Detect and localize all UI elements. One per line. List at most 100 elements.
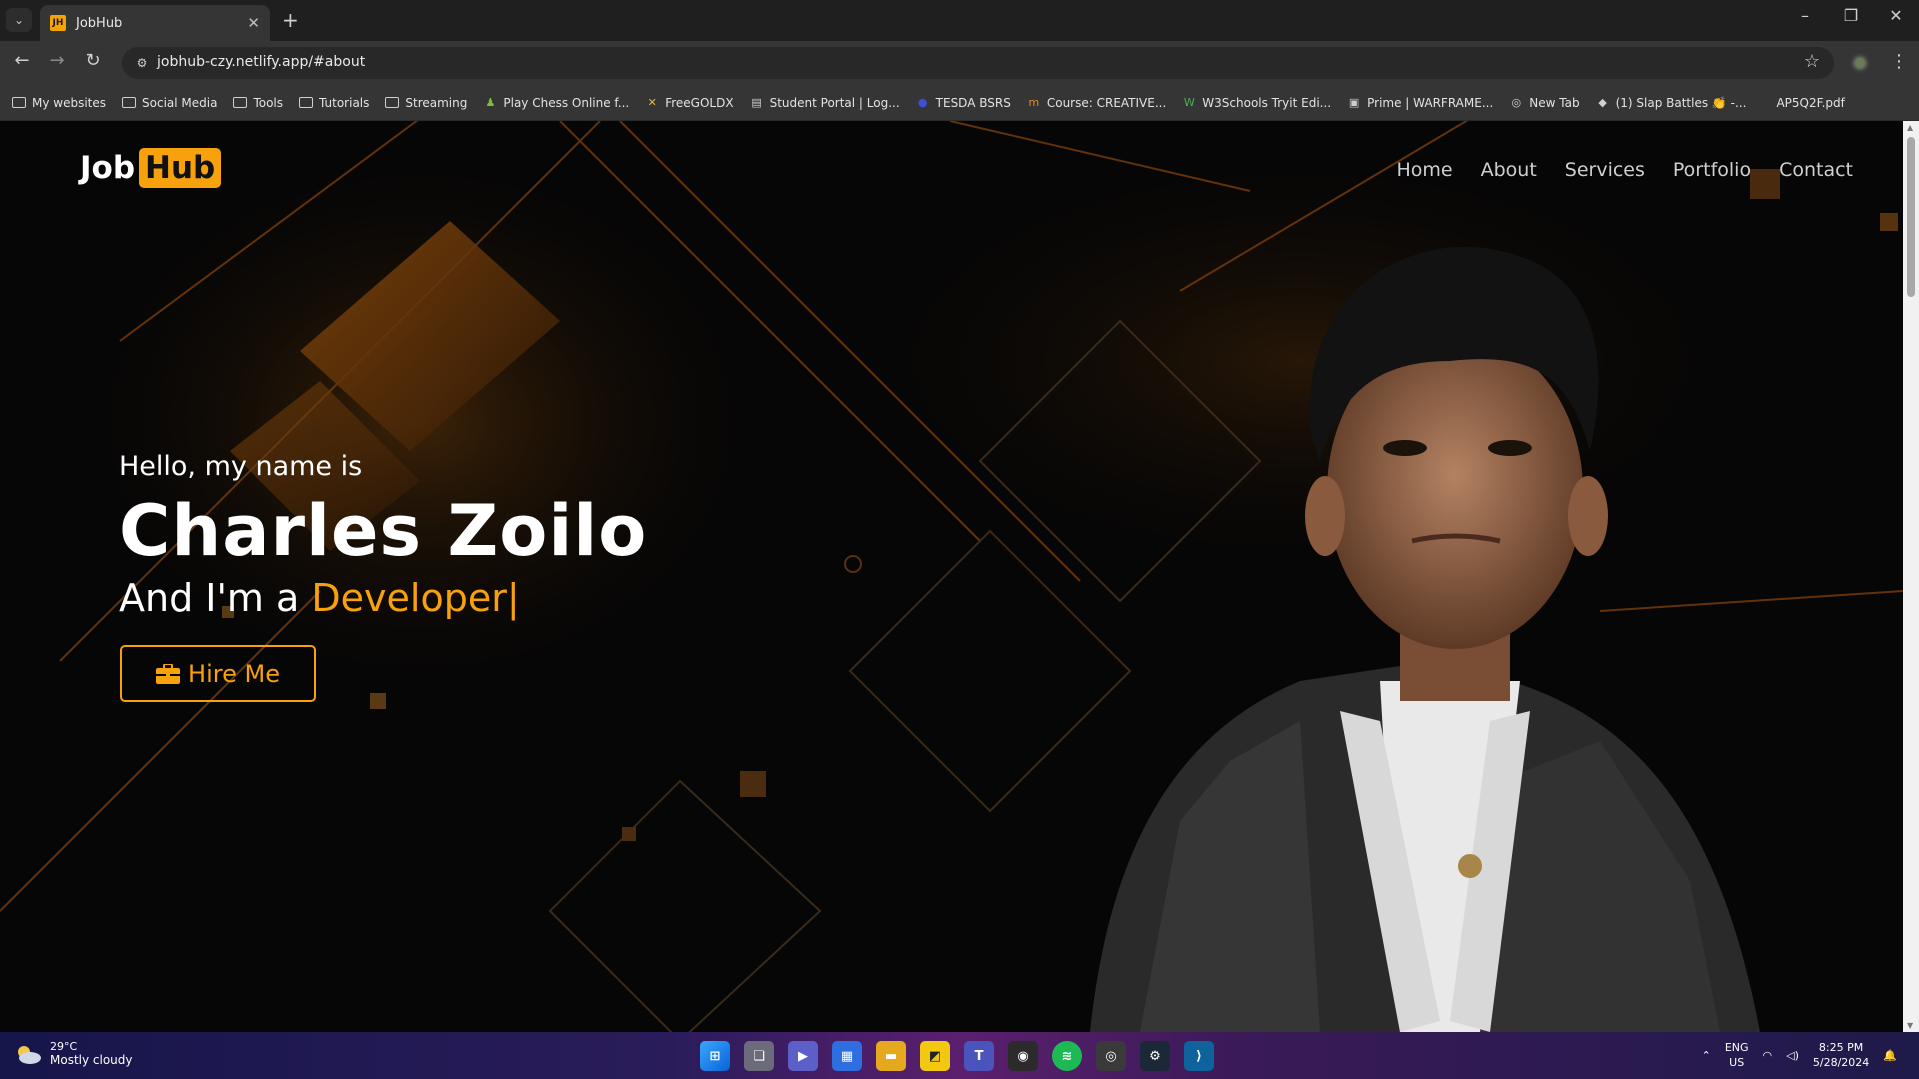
image-icon: ▣ xyxy=(1348,96,1360,109)
hire-me-button[interactable]: Hire Me xyxy=(120,645,316,702)
teams-icon[interactable]: T xyxy=(964,1041,994,1071)
bookmark-label: Tools xyxy=(253,95,284,110)
logo-text-job: Job xyxy=(80,150,136,186)
bookmark-item[interactable]: Tools xyxy=(233,96,283,110)
scroll-up-icon[interactable]: ▲ xyxy=(1907,123,1913,132)
tab-favicon-icon: JH xyxy=(50,15,66,31)
language-top: ENG xyxy=(1724,1041,1749,1054)
scroll-thumb[interactable] xyxy=(1907,137,1915,297)
meet-icon[interactable]: ▶ xyxy=(788,1041,818,1071)
bookmark-label: (1) Slap Battles 👏 -... xyxy=(1615,95,1747,110)
start-icon[interactable]: ⊞ xyxy=(700,1041,730,1071)
forward-icon[interactable]: → xyxy=(43,50,71,71)
language-indicator[interactable]: ENG US xyxy=(1725,1040,1749,1070)
nav-about[interactable]: About xyxy=(1481,159,1537,181)
language-bottom: US xyxy=(1729,1056,1745,1069)
chrome-icon[interactable]: ◎ xyxy=(1096,1041,1126,1071)
roblox-icon: ◆ xyxy=(1598,96,1607,109)
page-scrollbar[interactable]: ▲ ▼ xyxy=(1903,121,1919,1032)
folder-icon xyxy=(233,97,248,108)
notification-bell-icon[interactable]: 🔔 xyxy=(1883,1049,1897,1062)
cloud-sun-icon xyxy=(18,1045,41,1064)
page-icon: ▤ xyxy=(751,96,762,109)
bookmark-item[interactable]: ◎ New Tab xyxy=(1509,96,1579,110)
tab-jobhub[interactable]: JH JobHub ✕ xyxy=(40,5,270,41)
pdf-icon xyxy=(1762,97,1770,109)
logo-text-hub: Hub xyxy=(139,148,222,188)
bookmarks-bar: My websites Social Media Tools Tutorials… xyxy=(0,85,1919,121)
hero-role-prefix: And I'm a xyxy=(119,576,300,620)
bookmark-item[interactable]: ▤ Student Portal | Log... xyxy=(750,96,899,110)
bookmark-item[interactable]: Social Media xyxy=(122,96,217,110)
bookmark-item[interactable]: W W3Schools Tryit Edi... xyxy=(1182,96,1331,110)
minimize-icon[interactable]: – xyxy=(1782,6,1828,25)
web-page: Job Hub Home About Services Portfolio Co… xyxy=(0,121,1903,1032)
task-view-icon[interactable]: ❏ xyxy=(744,1041,774,1071)
bookmark-label: TESDA BSRS xyxy=(935,95,1011,110)
new-tab-icon[interactable]: + xyxy=(282,8,299,32)
volume-icon[interactable]: ◁) xyxy=(1786,1049,1799,1062)
url-text[interactable]: jobhub-czy.netlify.app/#about xyxy=(157,54,365,70)
bookmark-label: Social Media xyxy=(142,95,218,110)
bookmark-item[interactable]: ▣ Prime | WARFRAME... xyxy=(1347,96,1493,110)
site-logo[interactable]: Job Hub xyxy=(80,148,222,188)
spotify-icon[interactable]: ≋ xyxy=(1052,1041,1082,1071)
bookmark-label: My websites xyxy=(32,95,107,110)
chrome-icon: ◎ xyxy=(1511,96,1522,109)
sticky-notes-icon[interactable]: ◩ xyxy=(920,1041,950,1071)
tab-search-icon[interactable]: ⌄ xyxy=(6,8,32,32)
nav-contact[interactable]: Contact xyxy=(1779,159,1853,181)
clock-time: 8:25 PM xyxy=(1818,1041,1864,1054)
file-explorer-icon[interactable]: ▬ xyxy=(876,1041,906,1071)
hire-me-label: Hire Me xyxy=(188,659,280,688)
globe-icon: ● xyxy=(917,96,928,109)
folder-icon xyxy=(299,97,314,108)
browser-menu-icon[interactable]: ⋮ xyxy=(1890,51,1908,72)
tab-close-icon[interactable]: ✕ xyxy=(247,14,260,32)
bookmark-item[interactable]: ✕ FreeGOLDX xyxy=(645,96,734,110)
back-icon[interactable]: ← xyxy=(8,50,36,71)
nav-services[interactable]: Services xyxy=(1565,159,1645,181)
moodle-icon: m xyxy=(1028,96,1040,109)
vscode-icon[interactable]: ⟩ xyxy=(1184,1041,1214,1071)
scroll-down-icon[interactable]: ▼ xyxy=(1907,1021,1913,1030)
show-hidden-icons-icon[interactable]: ⌃ xyxy=(1702,1049,1711,1062)
browser-tabstrip: ⌄ JH JobHub ✕ + – ❐ ✕ xyxy=(0,0,1919,41)
clock[interactable]: 8:25 PM 5/28/2024 xyxy=(1813,1040,1869,1070)
bookmark-item[interactable]: ♟ Play Chess Online f... xyxy=(483,96,629,110)
bookmark-item[interactable]: ● TESDA BSRS xyxy=(916,96,1011,110)
chrome-profile-icon[interactable]: ◉ xyxy=(1008,1041,1038,1071)
tab-title: JobHub xyxy=(76,15,123,31)
bookmark-label: New Tab xyxy=(1529,95,1580,110)
bookmark-item[interactable]: Tutorials xyxy=(299,96,369,110)
weather-widget[interactable]: 29°C Mostly cloudy xyxy=(14,1040,133,1067)
bookmark-item[interactable]: Streaming xyxy=(385,96,467,110)
wifi-icon[interactable]: ◠ xyxy=(1763,1049,1773,1062)
steam-icon[interactable]: ⚙ xyxy=(1140,1041,1170,1071)
bookmark-label: Prime | WARFRAME... xyxy=(1367,95,1494,110)
bookmark-label: Streaming xyxy=(405,95,468,110)
bookmark-item[interactable]: ◆ (1) Slap Battles 👏 -... xyxy=(1596,95,1747,110)
nav-portfolio[interactable]: Portfolio xyxy=(1673,159,1751,181)
site-info-icon[interactable]: ⚙ xyxy=(132,53,152,73)
close-window-icon[interactable]: ✕ xyxy=(1873,6,1919,25)
nav-home[interactable]: Home xyxy=(1396,159,1452,181)
restore-icon[interactable]: ❐ xyxy=(1828,6,1874,25)
folder-icon xyxy=(12,97,26,108)
bookmark-item[interactable]: AP5Q2F.pdf xyxy=(1762,96,1844,110)
hero-name: Charles Zoilo xyxy=(119,490,648,572)
briefcase-icon xyxy=(156,663,181,684)
hero-greeting: Hello, my name is xyxy=(119,451,363,482)
chess-icon: ♟ xyxy=(485,96,496,109)
bookmark-item[interactable]: My websites xyxy=(12,96,106,110)
reload-icon[interactable]: ↻ xyxy=(79,50,107,71)
profile-avatar[interactable] xyxy=(1850,53,1870,73)
bookmark-item[interactable]: m Course: CREATIVE... xyxy=(1027,96,1166,110)
weather-description: Mostly cloudy xyxy=(50,1053,133,1067)
address-bar[interactable]: ⚙ jobhub-czy.netlify.app/#about ☆ xyxy=(122,47,1834,79)
x-icon: ✕ xyxy=(647,96,657,109)
folder-icon xyxy=(122,97,137,108)
store-icon[interactable]: ▦ xyxy=(832,1041,862,1071)
bookmark-label: AP5Q2F.pdf xyxy=(1776,95,1845,110)
bookmark-star-icon[interactable]: ☆ xyxy=(1804,51,1820,72)
